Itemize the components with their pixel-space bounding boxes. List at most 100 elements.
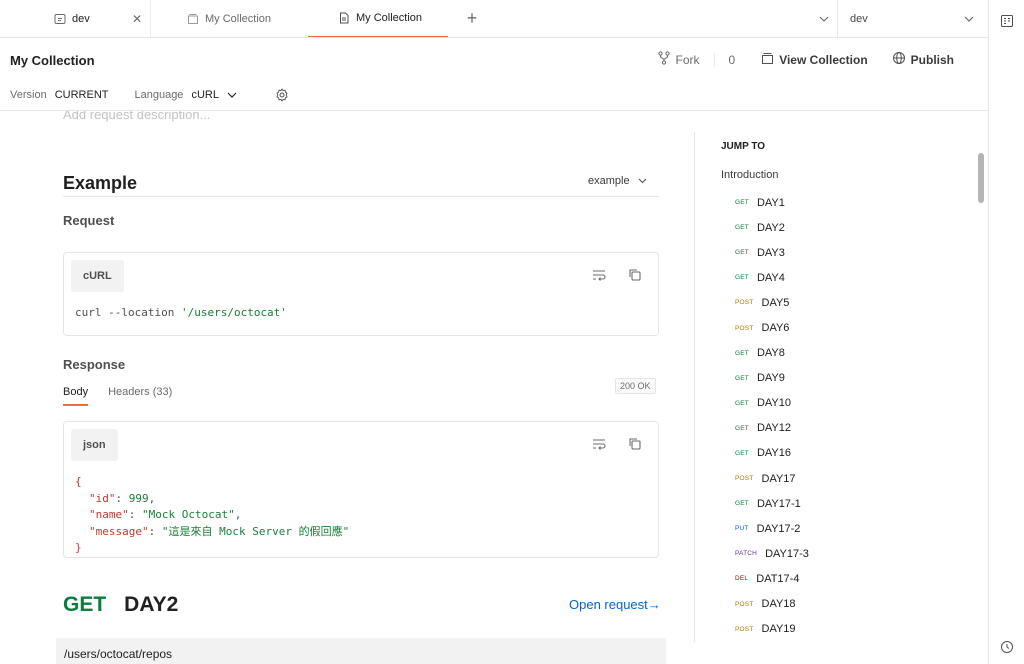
- jump-to-item-label: DAY17-1: [756, 497, 801, 510]
- page-title: My Collection: [10, 53, 95, 68]
- wrap-lines-icon[interactable]: [591, 267, 607, 283]
- example-select-value: example: [588, 175, 630, 187]
- version-select[interactable]: CURRENT: [55, 89, 109, 101]
- method-badge: GET: [735, 224, 749, 232]
- jump-to-item-label: DAY16: [756, 447, 792, 460]
- scrollbar[interactable]: [978, 153, 984, 203]
- jump-to-item-label: DAY6: [761, 322, 790, 335]
- jump-to-item[interactable]: GET DAY4: [735, 265, 809, 290]
- json-line: "message": "這是來自 Mock Server 的假回應": [89, 524, 350, 538]
- jump-to-item[interactable]: PUT DAY17-2: [735, 516, 809, 541]
- language-select[interactable]: cURL: [191, 89, 219, 101]
- method-badge: GET: [735, 449, 749, 457]
- example-select[interactable]: example: [588, 175, 647, 187]
- jump-to-item-label: DAY17-2: [756, 522, 801, 535]
- json-close-brace: }: [75, 541, 82, 554]
- environment-select[interactable]: dev: [838, 0, 988, 37]
- fork-count: 0: [713, 52, 750, 67]
- close-icon[interactable]: ✕: [132, 12, 142, 26]
- curl-command: curl --location: [75, 306, 181, 319]
- request-code-card: cURL curl --location '/users/octocat': [63, 252, 659, 336]
- wrap-lines-icon[interactable]: [591, 436, 607, 452]
- tab-label: My Collection: [356, 12, 423, 24]
- tab-label: dev: [72, 12, 90, 25]
- jump-to-item[interactable]: GET DAY12: [735, 416, 809, 441]
- collection-icon: [187, 13, 199, 25]
- tab-collection-docs[interactable]: My Collection: [308, 0, 448, 37]
- gear-icon[interactable]: [275, 88, 289, 102]
- example-heading: Example: [63, 173, 138, 193]
- jump-to-item[interactable]: PATCH DAY17-3: [735, 541, 809, 566]
- jump-to-item-label: DAY17: [761, 472, 796, 485]
- view-collection-label: View Collection: [779, 52, 868, 67]
- method-badge: GET: [735, 500, 749, 508]
- request-name: DAY2: [124, 593, 179, 616]
- add-tab-button[interactable]: +: [448, 0, 496, 37]
- open-request-link[interactable]: Open request→: [569, 597, 661, 612]
- document-icon: [338, 12, 350, 24]
- method-badge: DEL: [735, 575, 749, 583]
- tab-environment-dev[interactable]: dev ✕: [0, 0, 150, 37]
- jump-to-item[interactable]: POST DAY6: [735, 315, 809, 340]
- jump-to-item[interactable]: GET DAY3: [735, 240, 809, 265]
- jump-to-introduction[interactable]: Introduction: [721, 169, 778, 181]
- jump-to-item[interactable]: GET DAY2: [735, 215, 809, 240]
- publish-button[interactable]: Publish: [880, 51, 966, 68]
- copy-icon[interactable]: [627, 436, 643, 452]
- jump-to-item-label: DAY5: [761, 296, 790, 309]
- tab-headers[interactable]: Headers (33): [108, 386, 172, 406]
- version-label: Version: [10, 89, 47, 101]
- jump-to-item[interactable]: POST DAY17: [735, 466, 809, 491]
- publish-label: Publish: [910, 52, 954, 67]
- jump-to-item-label: DAY18: [761, 598, 796, 611]
- method-badge: GET: [735, 374, 749, 382]
- jump-to-panel: JUMP TO Introduction GET DAY1 GET DAY2 GET DA…: [694, 132, 954, 642]
- tab-body[interactable]: Body: [63, 386, 89, 406]
- jump-to-item[interactable]: GET DAY9: [735, 366, 809, 391]
- documentation-icon[interactable]: [1000, 14, 1014, 28]
- collection-icon: [761, 52, 774, 68]
- jump-to-item[interactable]: GET DAY10: [735, 391, 809, 416]
- jump-to-item[interactable]: GET DAY16: [735, 441, 809, 466]
- history-icon[interactable]: [1000, 640, 1014, 654]
- fork-button[interactable]: Fork: [657, 51, 714, 68]
- curl-snippet: curl --location '/users/octocat': [75, 306, 287, 319]
- json-line: "id": 999,: [89, 491, 156, 505]
- response-language-chip: json: [71, 429, 118, 461]
- response-code-card: json { "id": 999, "name": "Mock Octocat"…: [63, 421, 659, 558]
- jump-to-item-label: DAY1: [756, 196, 785, 209]
- method-badge: POST: [735, 475, 754, 483]
- jump-to-item-label: DAY4: [756, 271, 785, 284]
- method-badge: GET: [735, 274, 749, 282]
- chevron-down-icon: [638, 175, 647, 187]
- jump-to-item[interactable]: GET DAY1: [735, 190, 809, 215]
- collection-header: My Collection Fork 0 View Collection Pub…: [0, 38, 988, 111]
- method-badge: PATCH: [735, 550, 758, 558]
- jump-to-item[interactable]: GET DAY8: [735, 341, 809, 366]
- jump-to-item[interactable]: POST DAY5: [735, 290, 809, 315]
- divider: [63, 196, 659, 197]
- tab-bar: dev ✕ My Collection My Collection + dev: [0, 0, 988, 38]
- request-language-chip: cURL: [71, 260, 124, 292]
- jump-to-item[interactable]: GET DAY17-1: [735, 491, 809, 516]
- view-collection-button[interactable]: View Collection: [749, 52, 879, 68]
- jump-to-item[interactable]: POST DAY18: [735, 592, 809, 617]
- jump-to-item[interactable]: DEL DAT17-4: [735, 566, 809, 591]
- request-url: /users/octocat/repos: [56, 638, 666, 664]
- response-heading: Response: [63, 357, 126, 372]
- right-sidebar: [988, 0, 1024, 664]
- request-description-placeholder[interactable]: Add request description...: [63, 111, 210, 122]
- chevron-down-icon[interactable]: [227, 89, 237, 101]
- tab-collection[interactable]: My Collection: [150, 0, 308, 37]
- jump-to-heading: JUMP TO: [721, 141, 766, 152]
- jump-to-item-label: DAY2: [756, 221, 785, 234]
- jump-to-list: GET DAY1 GET DAY2 GET DAY3 GET DAY4 POST DAY5 POST…: [735, 190, 809, 642]
- tab-overflow-chevron-icon[interactable]: [810, 0, 838, 37]
- copy-icon[interactable]: [627, 267, 643, 283]
- jump-to-item-label: DAY9: [756, 372, 785, 385]
- tab-label: My Collection: [205, 12, 272, 25]
- method-badge: PUT: [735, 525, 749, 533]
- jump-to-item[interactable]: POST DAY19: [735, 617, 809, 642]
- method-badge: POST: [735, 600, 754, 608]
- request-heading: Request: [63, 213, 115, 228]
